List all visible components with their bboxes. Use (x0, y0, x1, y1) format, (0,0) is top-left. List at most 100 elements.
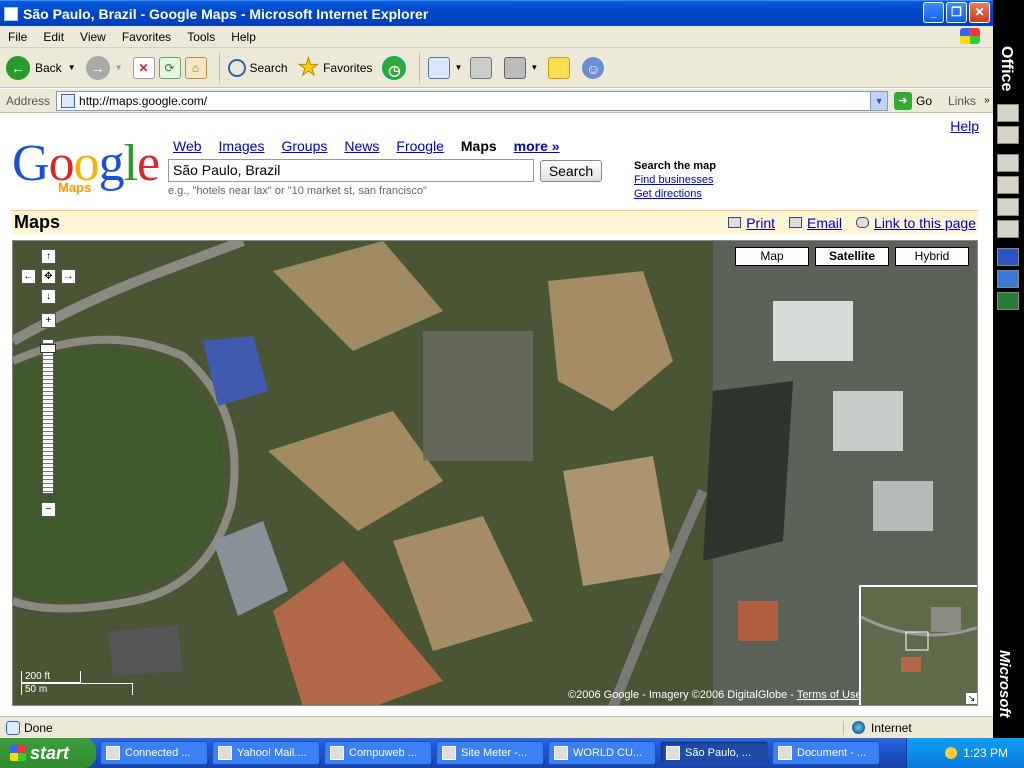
print-icon[interactable] (470, 56, 493, 79)
terms-of-use-link[interactable]: Terms of Use (797, 689, 862, 701)
outlook-icon[interactable] (997, 270, 1019, 288)
window-icon (666, 746, 680, 760)
help-link[interactable]: Help (950, 118, 979, 134)
contacts-icon[interactable] (997, 220, 1019, 238)
tab-froogle[interactable]: Froogle (396, 138, 443, 154)
print-link[interactable]: Print (728, 215, 775, 231)
browser-viewport: Help Google Maps Web Images Groups News … (0, 114, 993, 716)
menu-help[interactable]: Help (223, 30, 264, 44)
back-button[interactable]: ← Back ▼ (6, 55, 76, 80)
tray-icon[interactable] (945, 747, 958, 759)
forward-button[interactable]: → ▼ (85, 55, 123, 80)
forward-arrow-icon: → (85, 55, 110, 80)
pan-left-icon[interactable]: ← (21, 269, 36, 284)
internet-globe-icon (852, 721, 865, 734)
mail-dropdown-icon[interactable]: ▼ (454, 63, 462, 72)
minimize-button[interactable]: _ (923, 2, 944, 23)
word-icon[interactable] (997, 248, 1019, 266)
excel-icon[interactable] (997, 292, 1019, 310)
overview-imagery (860, 587, 977, 705)
windows-logo-icon (10, 745, 26, 761)
menu-tools[interactable]: Tools (179, 30, 223, 44)
start-button[interactable]: start (0, 738, 96, 768)
back-dropdown-icon[interactable]: ▼ (68, 63, 76, 72)
product-tabs: Web Images Groups News Froogle Maps more… (173, 138, 577, 154)
window-icon (106, 746, 120, 760)
tab-groups[interactable]: Groups (281, 138, 327, 154)
taskbar-item[interactable]: Yahoo! Mail.... (212, 741, 320, 765)
zoom-out-icon[interactable]: − (41, 502, 56, 517)
messenger-icon[interactable]: ☺ (582, 56, 605, 79)
search-input[interactable]: São Paulo, Brazil (168, 159, 534, 182)
edit-icon[interactable] (504, 56, 527, 79)
toolbar-separator (419, 52, 421, 83)
collapse-overview-icon[interactable]: ↘ (966, 693, 977, 704)
overview-map[interactable]: ↘ (859, 585, 977, 705)
taskbar-item[interactable]: Connected ... (100, 741, 208, 765)
tasks-icon[interactable] (997, 198, 1019, 216)
email-link[interactable]: Email (789, 215, 842, 231)
links-toolbar[interactable]: Links (948, 94, 976, 108)
search-options: Search the map Find businesses Get direc… (634, 159, 716, 201)
outlook-mail-icon[interactable] (997, 154, 1019, 172)
scale-feet: 200 ft (21, 671, 81, 683)
page-icon (61, 93, 76, 108)
windows-flag-icon (960, 28, 980, 44)
address-field[interactable]: http://maps.google.com/ ▼ (56, 90, 889, 111)
taskbar-item-active[interactable]: São Paulo, ... (660, 741, 768, 765)
favorites-button[interactable]: ★ Favorites (297, 53, 372, 82)
zoom-slider-track[interactable] (42, 339, 54, 494)
menu-edit[interactable]: Edit (35, 30, 72, 44)
center-map-icon[interactable]: ✥ (41, 269, 56, 284)
close-button[interactable]: ✕ (969, 2, 990, 23)
taskbar-item[interactable]: Site Meter -... (436, 741, 544, 765)
status-bar: Done Internet (0, 716, 993, 738)
stop-icon[interactable]: ✕ (132, 56, 155, 79)
tab-maps: Maps (460, 138, 497, 154)
zoom-in-icon[interactable]: + (41, 313, 56, 328)
note-icon[interactable] (548, 56, 571, 79)
taskbar-item[interactable]: Document - ... (772, 741, 880, 765)
go-button[interactable]: ➜ Go (894, 91, 932, 110)
zoom-slider-handle[interactable] (40, 344, 56, 353)
office-bar-label: Office (998, 46, 1015, 92)
history-icon[interactable]: ◷ (382, 55, 407, 80)
restore-button[interactable]: ❐ (946, 2, 967, 23)
pan-right-icon[interactable]: → (61, 269, 76, 284)
office-app-icon[interactable] (997, 126, 1019, 144)
home-icon[interactable]: ⌂ (184, 56, 207, 79)
menu-view[interactable]: View (72, 30, 114, 44)
taskbar-item[interactable]: Compuweb ... (324, 741, 432, 765)
taskbar-item[interactable]: WORLD CU... (548, 741, 656, 765)
mail-icon[interactable] (428, 56, 451, 79)
standard-toolbar: ← Back ▼ → ▼ ✕ ⟳ ⌂ Search ★ Favorites ◷ ▼… (0, 48, 993, 88)
chevron-right-icon[interactable]: » (984, 95, 990, 106)
tab-news[interactable]: News (344, 138, 379, 154)
link-to-page-link[interactable]: Link to this page (856, 215, 976, 231)
map-type-satellite-button[interactable]: Satellite (815, 247, 889, 266)
map-type-map-button[interactable]: Map (735, 247, 809, 266)
search-button[interactable]: Search (227, 58, 288, 77)
window-title-bar[interactable]: São Paulo, Brazil - Google Maps - Micros… (0, 0, 993, 26)
get-directions-link[interactable]: Get directions (634, 187, 716, 201)
office-app-icon[interactable] (997, 104, 1019, 122)
menu-favorites[interactable]: Favorites (114, 30, 179, 44)
pan-up-icon[interactable]: ↑ (41, 249, 56, 264)
tab-web[interactable]: Web (173, 138, 202, 154)
find-businesses-link[interactable]: Find businesses (634, 173, 716, 187)
pan-down-icon[interactable]: ↓ (41, 289, 56, 304)
tab-more[interactable]: more » (514, 138, 560, 154)
clock[interactable]: 1:23 PM (963, 746, 1008, 760)
refresh-icon[interactable]: ⟳ (158, 56, 181, 79)
map-type-hybrid-button[interactable]: Hybrid (895, 247, 969, 266)
toolbar-separator (218, 52, 220, 83)
tab-images[interactable]: Images (219, 138, 265, 154)
address-dropdown-icon[interactable]: ▼ (870, 91, 888, 110)
menu-file[interactable]: File (0, 30, 35, 44)
search-icon (227, 58, 246, 77)
satellite-map[interactable]: Map Satellite Hybrid ↑ ← ✥ → ↓ + − 200 f… (12, 240, 978, 706)
calendar-icon[interactable] (997, 176, 1019, 194)
edit-dropdown-icon[interactable]: ▼ (530, 63, 538, 72)
search-submit-button[interactable]: Search (540, 160, 602, 182)
scale-meters: 50 m (21, 683, 133, 695)
